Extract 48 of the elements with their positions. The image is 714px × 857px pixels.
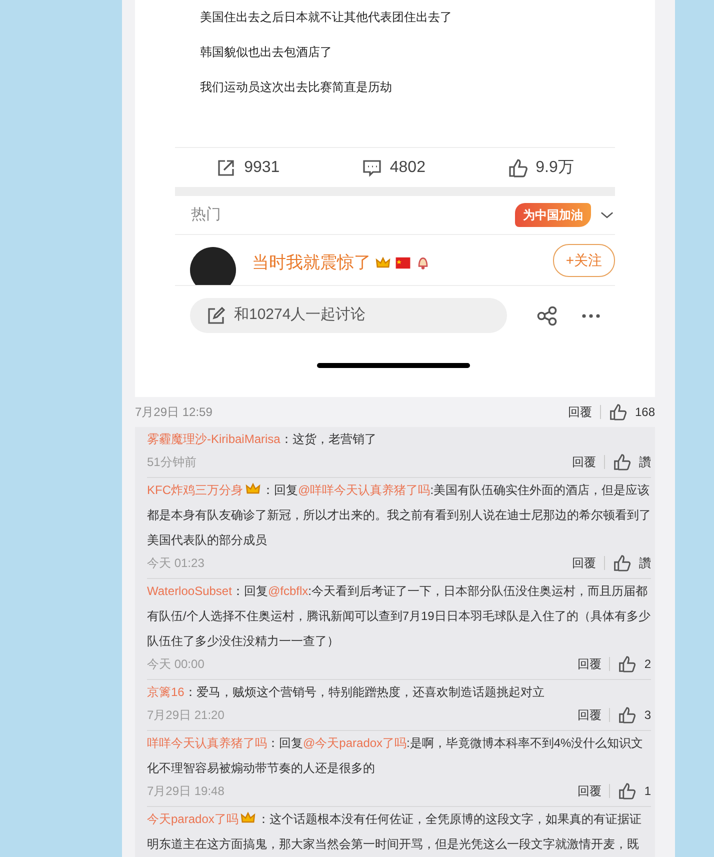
crown-icon (375, 254, 391, 270)
thumbs-up-icon (608, 403, 627, 421)
timestamp: 今天 01:23 (147, 555, 204, 572)
section-label: 热门 (191, 204, 221, 225)
timestamp: 7月29日 19:48 (147, 783, 224, 800)
reply-link[interactable]: 回覆 (577, 706, 602, 724)
comment-text: 今天paradox了吗 ：这个话题根本没有任何佐证，全凭原博的这段文字，如果真的有证据证明东道主在这方面搞鬼，那大家当然会第一时间开骂，但是光凭这么一段文字就激情开麦，既 (147, 809, 642, 853)
comment-text: WaterlooSubset：回复@fcbflx:今天看到后考证了一下，日本部分队伍没住奥运村，而且历届都有队伍/个人选择不住奥运村，腾讯新闻可以查到7月19日日本羽毛球队是入住了的（具体有多少队伍住了多少没住没精力一一查了） (147, 583, 651, 650)
timestamp: 7月29日 21:20 (147, 707, 224, 724)
reply-link[interactable]: 回覆 (577, 655, 602, 673)
discuss-field[interactable]: 和10274人一起讨论 (190, 298, 507, 333)
flag-icon (395, 254, 411, 270)
thumbs-up-icon (618, 655, 636, 673)
post-text: 韩国貌似也出去包酒店了 (199, 44, 333, 61)
timestamp: 7月29日 12:59 (135, 404, 212, 421)
reply-link[interactable]: 回覆 (577, 782, 602, 800)
reply-link[interactable]: 回覆 (568, 403, 592, 421)
reply-link[interactable]: 回覆 (572, 554, 596, 572)
comment-icon (362, 158, 382, 178)
like-count[interactable]: 168 (634, 403, 655, 421)
post-text: 美国住出去之后日本就不让其他代表团住出去了 (199, 9, 453, 26)
post-text: 我们运动员这次出去比赛简直是历劫 (199, 79, 393, 96)
avatar[interactable] (190, 247, 236, 285)
like-count[interactable]: 1 (644, 782, 651, 800)
share-icon (536, 304, 558, 326)
edit-icon (206, 306, 226, 326)
more-icon[interactable] (582, 314, 600, 318)
comment-text: KFC炸鸡三万分身 ：回复@咩咩今天认真养猪了吗:美国有队伍确实住外面的酒店，但是应该都是本身有队友确诊了新冠，所以才出来的。我之前有看到别人说在迪士尼那边的希尔顿看到了美国代表队的部分成员 (147, 480, 651, 549)
stat-count[interactable]: 9931 (244, 156, 280, 180)
comment-text: 咩咩今天认真养猪了吗：回复@今天paradox了吗:是啊，毕竟微博本科率不到4%没什么知识文化不理智容易被煽动带节奏的人还是很多的 (147, 735, 644, 777)
like-count[interactable]: 讚 (639, 554, 651, 572)
timestamp: 51分钟前 (147, 454, 196, 471)
thumbs-up-icon (613, 453, 631, 471)
share-icon (216, 158, 236, 178)
thumbs-up-icon (508, 158, 528, 178)
thumbs-up-icon (618, 706, 636, 724)
thumbs-up-icon (613, 554, 631, 572)
banner-sticker: 为中国加油 (515, 203, 591, 227)
comment-text: 雾霾魔理沙-KiribaiMarisa：这货，老营销了 (147, 431, 378, 448)
like-count[interactable]: 3 (644, 706, 651, 724)
stat-count[interactable]: 9.9万 (536, 156, 574, 180)
comment-text: 京篱16：爱马，贼烦这个营销号，特别能蹭热度，还喜欢制造话题挑起对立 (147, 684, 546, 701)
timestamp: 今天 00:00 (147, 656, 204, 673)
stat-count[interactable]: 4802 (390, 156, 426, 180)
reply-link[interactable]: 回覆 (572, 453, 596, 471)
thumbs-up-icon (618, 782, 636, 800)
like-count[interactable]: 2 (644, 655, 651, 673)
like-count[interactable]: 讚 (639, 453, 651, 471)
